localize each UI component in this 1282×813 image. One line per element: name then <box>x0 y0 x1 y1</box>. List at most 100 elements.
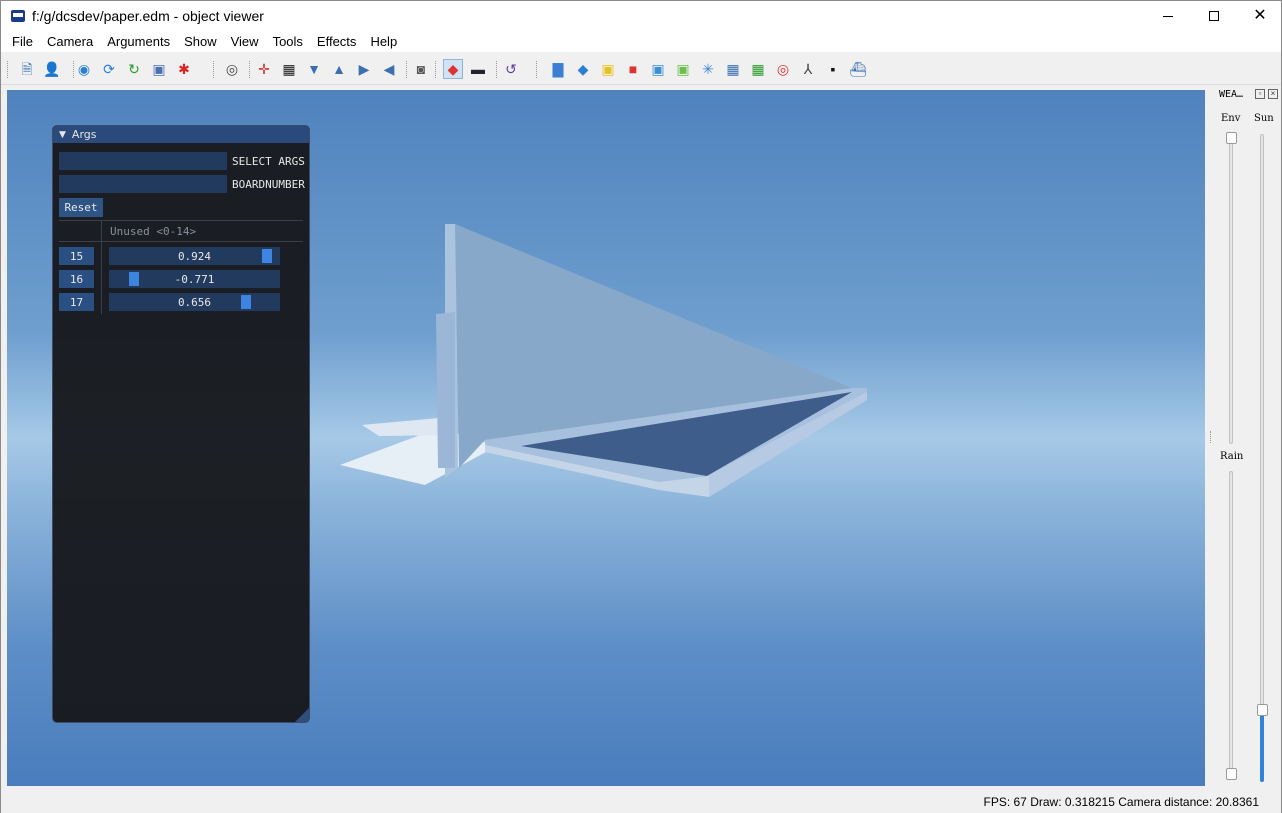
table-divider <box>59 220 303 221</box>
undo-icon[interactable]: ↺ <box>501 59 521 79</box>
rain-slider-track[interactable] <box>1229 471 1233 776</box>
close-button[interactable]: ✕ <box>1237 1 1282 31</box>
arg-slider[interactable]: 0.924 <box>109 247 280 265</box>
title-bar: f:/g/dcsdev/paper.edm - object viewer ✕ <box>1 1 1281 31</box>
sun-slider-handle[interactable] <box>1257 704 1268 716</box>
funnel-icon[interactable]: ▼ <box>304 59 324 79</box>
unused-args-label: Unused <0-14> <box>110 225 197 238</box>
boardnumber-label: BOARDNUMBER <box>232 178 305 191</box>
menu-camera[interactable]: Camera <box>40 31 100 53</box>
yellow-boxes-icon[interactable]: ▣ <box>598 59 618 79</box>
camera-icon[interactable]: ◎ <box>222 59 242 79</box>
target-icon[interactable]: ◎ <box>773 59 793 79</box>
close-icon: ✕ <box>1253 7 1267 24</box>
green-cube-icon[interactable]: ▣ <box>673 59 693 79</box>
status-text: FPS: 67 Draw: 0.318215 Camera distance: … <box>983 795 1260 809</box>
film-icon[interactable]: ▬ <box>468 59 488 79</box>
frame-icon[interactable]: ▦ <box>279 59 299 79</box>
menu-effects[interactable]: Effects <box>310 31 364 53</box>
rain-label: Rain <box>1220 451 1244 462</box>
dock-close-button[interactable]: × <box>1268 89 1278 99</box>
grid-icon[interactable]: ▦ <box>723 59 743 79</box>
app-icon <box>11 10 25 22</box>
menu-tools[interactable]: Tools <box>266 31 310 53</box>
arg-value: -0.771 <box>174 272 215 286</box>
picture-icon[interactable]: ▣ <box>149 59 169 79</box>
arg-row: 15 0.924 <box>59 247 303 265</box>
reset-button[interactable]: Reset <box>59 198 103 217</box>
arg-number-button[interactable]: 15 <box>59 247 94 265</box>
blue-box-icon[interactable]: ◆ <box>573 59 593 79</box>
arg-number-button[interactable]: 16 <box>59 270 94 288</box>
toolbar-grip[interactable] <box>536 61 539 78</box>
arg-slider[interactable]: -0.771 <box>109 270 280 288</box>
arg-number-button[interactable]: 17 <box>59 293 94 311</box>
env-slider-track[interactable] <box>1229 134 1233 444</box>
sun-label: Sun <box>1254 113 1274 124</box>
args-panel: ▼ Args SELECT ARGS BOARDNUMBER Reset Unu… <box>52 125 310 723</box>
color-cube-icon[interactable]: ◆ <box>443 59 463 79</box>
arg-slider[interactable]: 0.656 <box>109 293 280 311</box>
crosshair-icon[interactable]: ✛ <box>254 59 274 79</box>
dock-splitter[interactable] <box>1210 431 1212 443</box>
fin-strut <box>436 312 455 468</box>
blue-cube-icon[interactable]: ▣ <box>648 59 668 79</box>
env-label: Env <box>1221 113 1241 124</box>
toolbar-grip[interactable] <box>496 61 499 78</box>
table-divider <box>59 241 303 242</box>
toolbar-grip[interactable] <box>7 61 10 78</box>
minimize-icon <box>1163 15 1173 17</box>
status-bar: FPS: 67 Draw: 0.318215 Camera distance: … <box>1 791 1281 813</box>
env-slider-handle[interactable] <box>1226 132 1237 144</box>
ship-icon[interactable]: ⛴ <box>848 59 868 79</box>
runner-icon[interactable]: ✱ <box>174 59 194 79</box>
menu-arguments[interactable]: Arguments <box>100 31 177 53</box>
toolbar-grip[interactable] <box>435 61 438 78</box>
select-args-label: SELECT ARGS <box>232 155 305 168</box>
weather-dock-title: WEA… <box>1219 89 1244 100</box>
cone-icon[interactable]: ▲ <box>329 59 349 79</box>
axes-icon[interactable]: ⅄ <box>798 59 818 79</box>
maximize-button[interactable] <box>1191 1 1237 31</box>
bar-chart-icon[interactable]: ▇ <box>548 59 568 79</box>
toolbar-grip[interactable] <box>213 61 216 78</box>
panel-resize-grip[interactable] <box>295 708 309 722</box>
toolbar: 🗎 👤 ◉ ⟳ ↻ ▣ ✱ ◎ ✛ ▦ ▼ ▲ ▶ ◀ ◙ ◆ ▬ ↺ ▇ ◆ ▣ ■ ▣ ▣ ✳ ▦ ▦ ◎ ⅄ ▪ ⛴ <box>1 54 1281 85</box>
dock-float-button[interactable]: ▫ <box>1255 89 1265 99</box>
object-viewer-window: f:/g/dcsdev/paper.edm - object viewer ✕ … <box>0 0 1282 813</box>
menu-bar: File Camera Arguments Show View Tools Ef… <box>1 31 1281 53</box>
globe-icon[interactable]: ◉ <box>74 59 94 79</box>
menu-file[interactable]: File <box>5 31 40 53</box>
menu-show[interactable]: Show <box>177 31 224 53</box>
arrow-right-icon[interactable]: ▶ <box>354 59 374 79</box>
maximize-icon <box>1209 11 1219 21</box>
rain-slider-handle[interactable] <box>1226 768 1237 780</box>
menu-help[interactable]: Help <box>363 31 404 53</box>
atom-icon[interactable]: ✳ <box>698 59 718 79</box>
args-panel-title: Args <box>71 128 97 141</box>
arrow-left-icon[interactable]: ◀ <box>379 59 399 79</box>
open-file-icon[interactable]: 🗎 <box>17 59 37 79</box>
menu-view[interactable]: View <box>224 31 266 53</box>
red-cube-icon[interactable]: ■ <box>623 59 643 79</box>
minimize-button[interactable] <box>1145 1 1191 31</box>
sun-slider-track[interactable] <box>1260 134 1264 782</box>
toolbar-grip[interactable] <box>249 61 252 78</box>
texture-icon[interactable]: ◙ <box>411 59 431 79</box>
arg-row: 16 -0.771 <box>59 270 303 288</box>
toolbar-grip[interactable] <box>406 61 409 78</box>
arg-row: 17 0.656 <box>59 293 303 311</box>
green-grid-icon[interactable]: ▦ <box>748 59 768 79</box>
args-panel-header[interactable]: ▼ Args <box>53 126 309 143</box>
select-args-input[interactable] <box>59 152 227 170</box>
reload-icon[interactable]: ⟳ <box>99 59 119 79</box>
add-user-icon[interactable]: 👤 <box>42 59 62 79</box>
sun-slider-fill <box>1260 710 1264 782</box>
terminal-icon[interactable]: ▪ <box>823 59 843 79</box>
weather-dock: WEA… ▫ × Env Sun Rain <box>1213 86 1281 786</box>
refresh-green-icon[interactable]: ↻ <box>124 59 144 79</box>
arg-value: 0.656 <box>177 295 212 309</box>
collapse-triangle-icon[interactable]: ▼ <box>59 130 66 140</box>
arg-value: 0.924 <box>177 249 212 263</box>
boardnumber-input[interactable] <box>59 175 227 193</box>
